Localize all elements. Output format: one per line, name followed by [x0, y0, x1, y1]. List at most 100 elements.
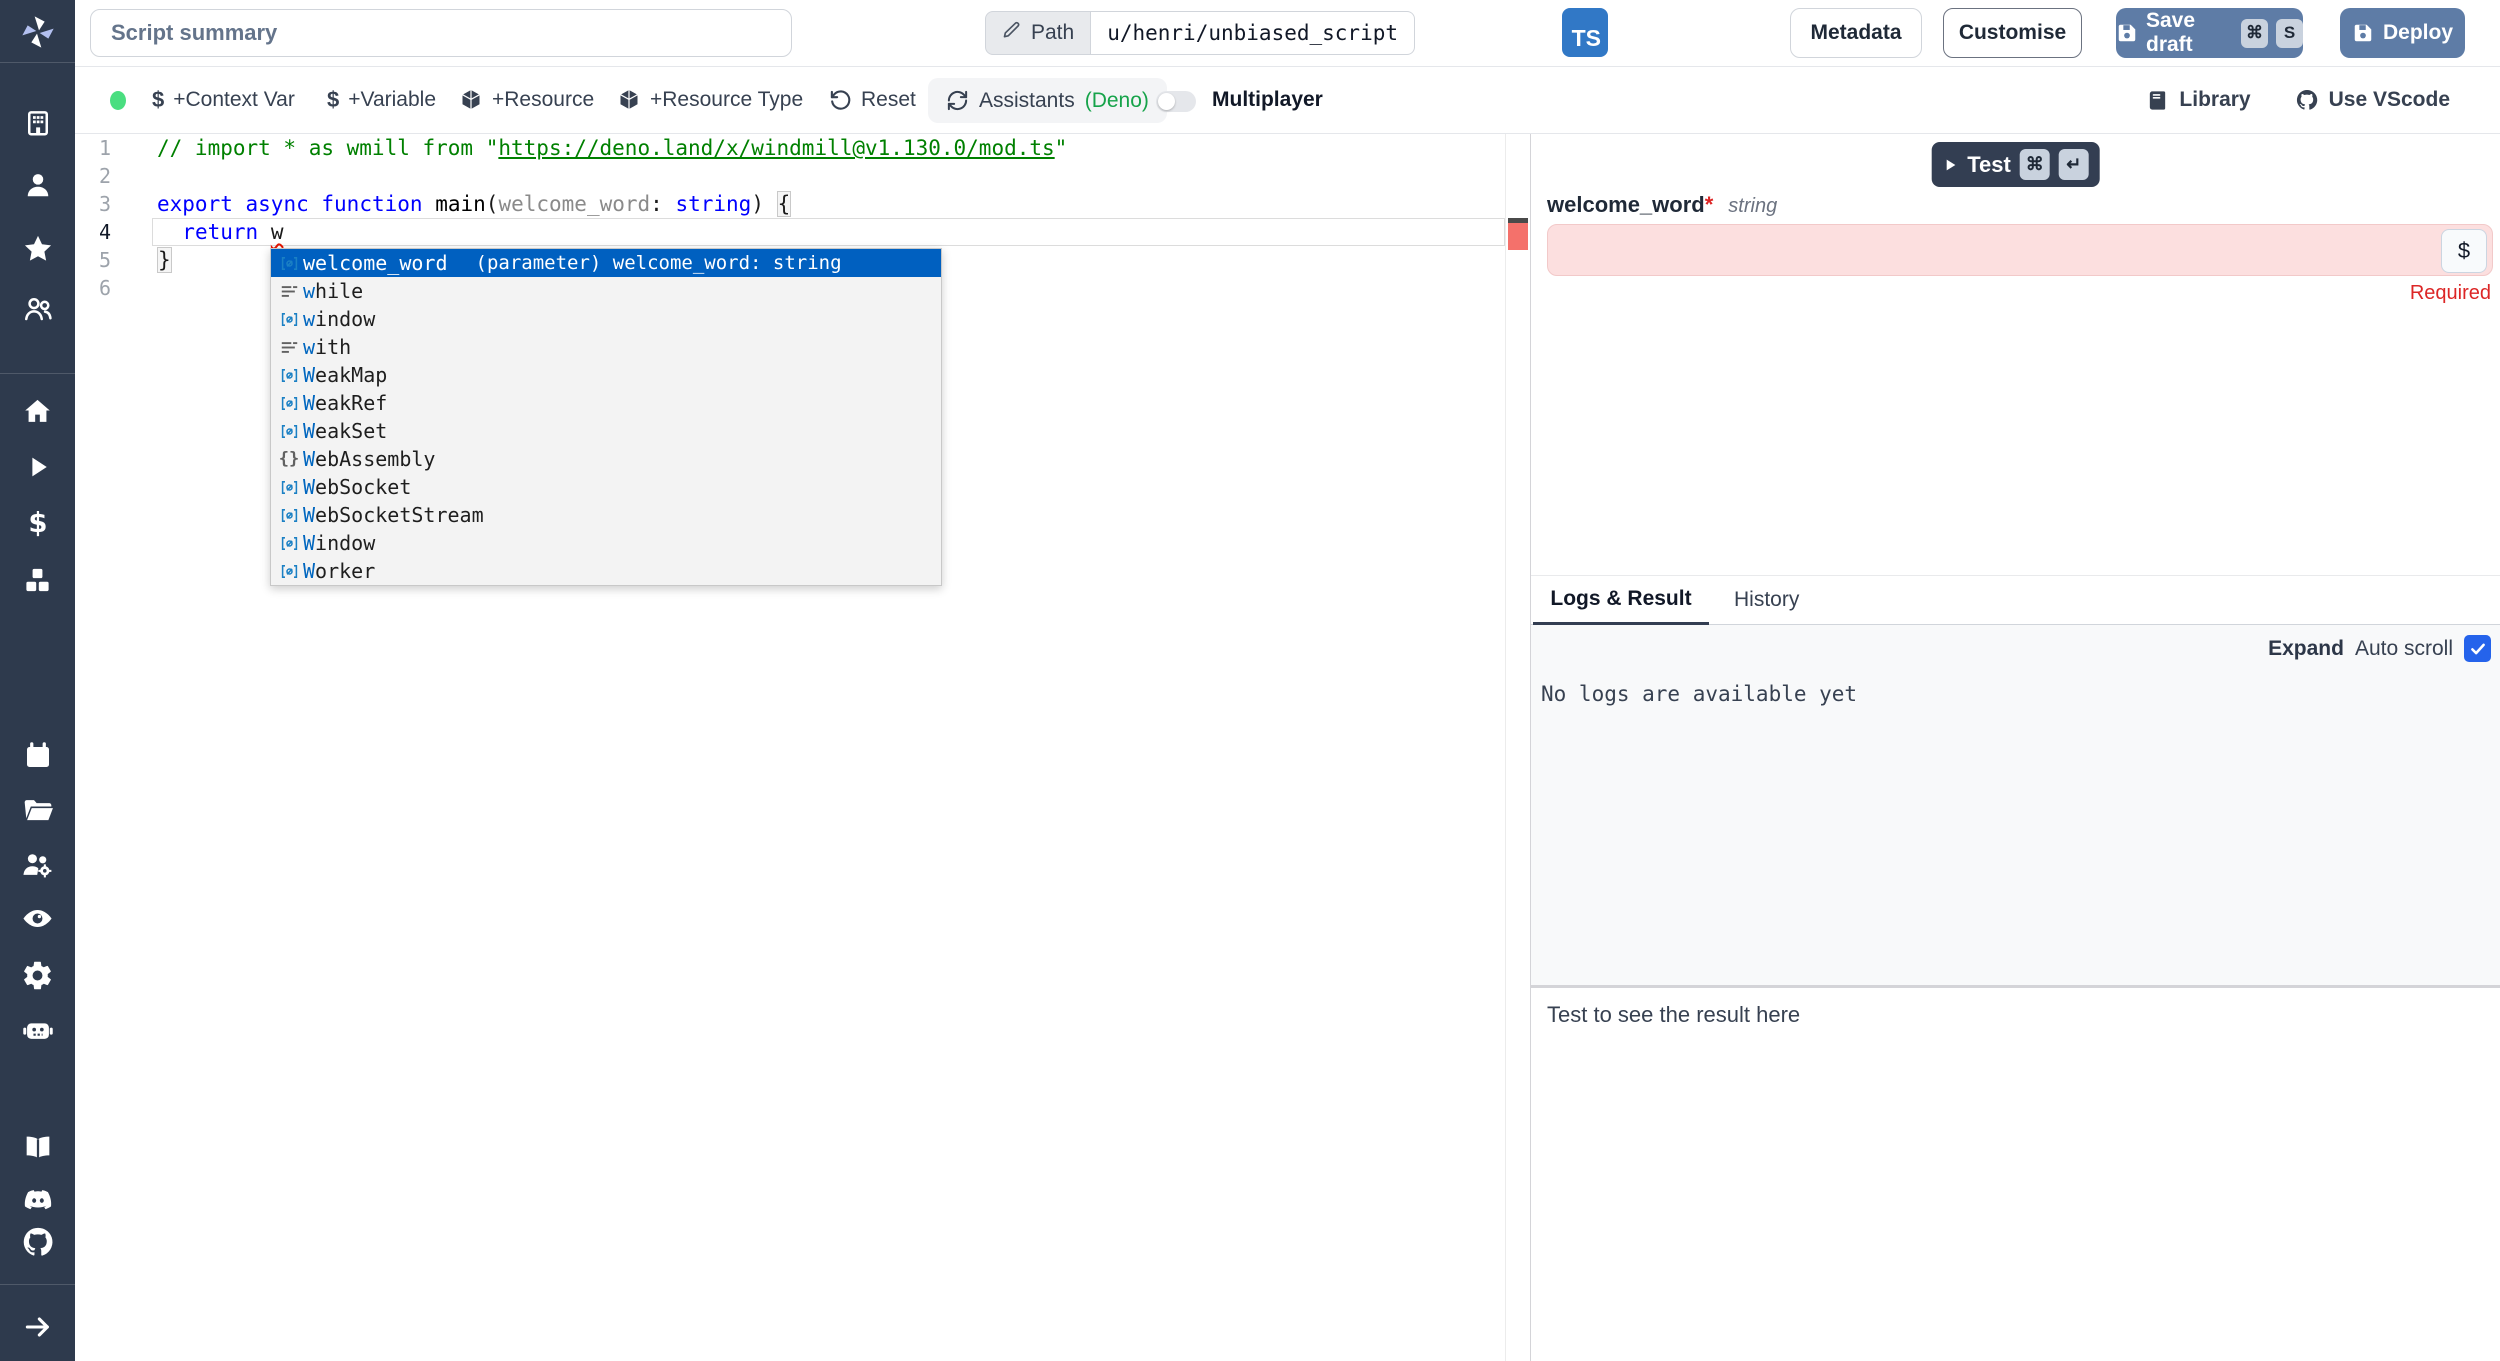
discord-icon[interactable] [0, 1183, 75, 1217]
content-row: 123456 // import * as wmill from "https:… [75, 134, 2500, 1361]
floppy-deploy-icon [2352, 22, 2374, 44]
add-variable-button[interactable]: $ +Variable [327, 67, 436, 133]
autocomplete-item-window[interactable]: window [271, 305, 941, 333]
users-icon[interactable] [0, 292, 75, 326]
keyword-kind-icon [275, 282, 303, 301]
code-line[interactable]: return w [157, 218, 283, 246]
sidebar: $ [0, 0, 75, 1361]
windmill-script-editor: $ [0, 0, 2500, 1361]
cubes-resources-icon[interactable] [0, 563, 75, 597]
workspace-building-icon[interactable] [0, 106, 75, 140]
play-runs-icon[interactable] [0, 450, 75, 484]
required-note: Required [2410, 282, 2491, 305]
autocomplete-item-Worker[interactable]: Worker [271, 557, 941, 585]
add-resource-button[interactable]: +Resource [459, 67, 594, 133]
autocomplete-item-WeakSet[interactable]: WeakSet [271, 417, 941, 445]
multiplayer-toggle[interactable] [1156, 91, 1196, 112]
logs-empty-message: No logs are available yet [1541, 682, 1857, 706]
code-line[interactable]: } [157, 246, 172, 274]
tab-history[interactable]: History [1728, 576, 1805, 624]
expand-button[interactable]: Expand [2268, 637, 2344, 661]
calendar-schedules-icon[interactable] [0, 739, 75, 773]
metadata-button[interactable]: Metadata [1790, 8, 1922, 58]
floppy-save-icon [2116, 22, 2138, 44]
dollar-variables-icon[interactable]: $ [0, 506, 75, 540]
eye-audit-icon[interactable] [0, 901, 75, 935]
module-kind-icon: {} [275, 449, 303, 469]
autocomplete-item-WeakRef[interactable]: WeakRef [271, 389, 941, 417]
tab-logs-result[interactable]: Logs & Result [1533, 576, 1709, 625]
autocomplete-item-welcome_word[interactable]: welcome_word(parameter) welcome_word: st… [271, 249, 941, 277]
autoscroll-checkbox[interactable] [2464, 635, 2491, 662]
folder-icon[interactable] [0, 793, 75, 827]
variable-kind-icon [275, 478, 303, 497]
autocomplete-item-WebSocket[interactable]: WebSocket [271, 473, 941, 501]
autocomplete-item-WeakMap[interactable]: WeakMap [271, 361, 941, 389]
robot-ai-icon[interactable] [0, 1012, 75, 1046]
field-name: welcome_word [1547, 192, 1705, 218]
github-icon [2295, 88, 2319, 112]
path-value: u/henri/unbiased_script [1091, 11, 1415, 55]
add-context-var-button[interactable]: $ +Context Var [152, 67, 295, 133]
kbd-enter: ↵ [2059, 149, 2089, 180]
code-line[interactable]: // import * as wmill from "https://deno.… [157, 134, 1067, 162]
autocomplete-item-WebAssembly[interactable]: {}WebAssembly [271, 445, 941, 473]
multiplayer-label: Multiplayer [1212, 67, 1323, 133]
add-resource-type-button[interactable]: +Resource Type [617, 67, 803, 133]
path-field[interactable]: Path u/henri/unbiased_script [985, 11, 1415, 55]
line-number: 3 [75, 190, 111, 218]
insert-variable-button[interactable]: $ [2441, 229, 2487, 273]
welcome-word-input[interactable]: $ [1547, 224, 2493, 276]
reset-button[interactable]: Reset [829, 67, 916, 133]
customise-button[interactable]: Customise [1943, 8, 2082, 58]
assistants-language: (Deno) [1085, 89, 1149, 113]
cube-icon [459, 88, 483, 112]
status-dot [110, 91, 126, 110]
sidebar-divider [0, 1284, 75, 1285]
autoscroll-label: Auto scroll [2355, 637, 2453, 661]
sidebar-divider [0, 62, 75, 63]
library-button[interactable]: Library [2146, 88, 2250, 112]
user-icon[interactable] [0, 168, 75, 202]
preview-panel: Test ⌘ ↵ welcome_word* string $ Required… [1530, 134, 2500, 1361]
variable-kind-icon [275, 534, 303, 553]
overview-ruler [1505, 134, 1530, 1361]
code-line[interactable]: export async function main(welcome_word:… [157, 190, 791, 218]
error-marker [1508, 223, 1528, 250]
variable-kind-icon [275, 310, 303, 329]
keyword-kind-icon [275, 338, 303, 357]
expand-sidebar-arrow-icon[interactable] [0, 1310, 75, 1344]
variable-kind-icon [275, 506, 303, 525]
book-docs-icon[interactable] [0, 1131, 75, 1165]
play-icon [1942, 157, 1958, 173]
rotate-ccw-icon [829, 89, 852, 112]
required-asterisk: * [1705, 192, 1714, 218]
home-icon[interactable] [0, 394, 75, 428]
editor-toolbar: $ +Context Var $ +Variable +Resource +Re… [75, 67, 2500, 134]
assistants-button[interactable]: Assistants (Deno) [928, 78, 1167, 123]
gear-settings-icon[interactable] [0, 957, 75, 993]
variable-kind-icon [275, 366, 303, 385]
use-vscode-button[interactable]: Use VScode [2295, 88, 2450, 112]
groups-gear-icon[interactable] [0, 847, 75, 881]
save-draft-button[interactable]: Save draft ⌘ S [2116, 8, 2303, 58]
script-summary-input[interactable] [90, 9, 792, 57]
typescript-badge: TS [1562, 8, 1608, 57]
autocomplete-dropdown: welcome_word(parameter) welcome_word: st… [270, 248, 942, 586]
line-number: 4 [75, 218, 111, 246]
autocomplete-item-while[interactable]: while [271, 277, 941, 305]
star-icon[interactable] [0, 232, 75, 266]
line-number: 6 [75, 274, 111, 302]
github-icon[interactable] [0, 1225, 75, 1259]
test-button[interactable]: Test ⌘ ↵ [1931, 142, 2100, 187]
windmill-logo-icon[interactable] [0, 10, 75, 54]
autocomplete-item-Window[interactable]: Window [271, 529, 941, 557]
autocomplete-item-with[interactable]: with [271, 333, 941, 361]
topbar: Path u/henri/unbiased_script TS Metadata… [75, 0, 2500, 67]
code-editor[interactable]: 123456 // import * as wmill from "https:… [75, 134, 1530, 1361]
autocomplete-item-WebSocketStream[interactable]: WebSocketStream [271, 501, 941, 529]
variable-kind-icon [275, 254, 303, 273]
deploy-button[interactable]: Deploy [2340, 8, 2465, 58]
dollar-icon: $ [327, 87, 339, 113]
variable-kind-icon [275, 394, 303, 413]
